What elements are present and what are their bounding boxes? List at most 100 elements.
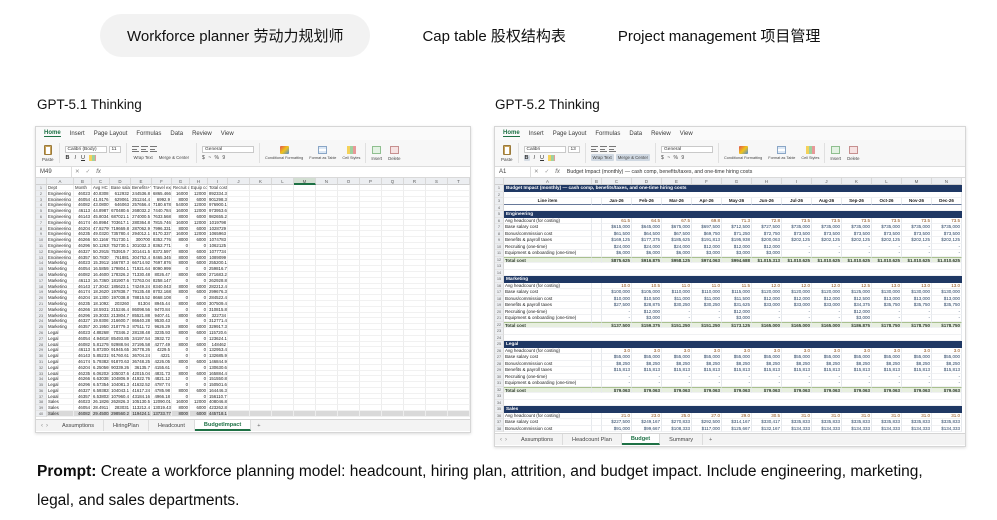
conditional-formatting-button[interactable]: Conditional Formatting <box>724 156 762 160</box>
column-header-K[interactable]: K <box>842 178 872 185</box>
column-header-A[interactable]: A <box>47 178 74 185</box>
cancel-icon[interactable]: ✕ <box>72 169 83 175</box>
cell[interactable] <box>338 411 360 417</box>
delete-cells-icon[interactable] <box>849 146 858 154</box>
number-format-select[interactable]: General <box>202 146 254 153</box>
format-as-table-button[interactable]: Format as Table <box>309 156 336 160</box>
wrap-text-button[interactable]: Wrap Text <box>591 154 614 161</box>
merge-center-button[interactable]: Merge & Center <box>616 154 650 161</box>
tab-workforce-planner[interactable]: Workforce planner 劳动力规划师 <box>100 14 370 57</box>
column-header-G[interactable]: G <box>172 178 190 185</box>
cell-styles-button[interactable]: Cell Styles <box>342 156 360 160</box>
select-all-corner[interactable] <box>36 178 47 185</box>
tab-project-management[interactable]: Project management 项目管理 <box>618 25 821 46</box>
ribbon-tab-formulas[interactable]: Formulas <box>595 131 620 137</box>
column-header-H[interactable]: H <box>190 178 208 185</box>
column-header-G[interactable]: G <box>722 178 752 185</box>
ribbon-tab-data[interactable]: Data <box>629 131 642 137</box>
cell[interactable]: $134,333 <box>842 426 872 433</box>
column-header-H[interactable]: H <box>752 178 782 185</box>
name-box[interactable]: M49 <box>36 167 72 177</box>
next-sheet-icon[interactable]: › <box>46 423 48 429</box>
cell[interactable]: 8000 <box>172 411 190 417</box>
cell[interactable] <box>448 411 470 417</box>
sheet-tab-assumptions[interactable]: Assumptions <box>53 420 104 431</box>
delete-cells-icon[interactable] <box>390 146 399 154</box>
cell[interactable] <box>228 411 250 417</box>
conditional-formatting-icon[interactable] <box>739 146 748 154</box>
ribbon-tab-page-layout[interactable]: Page Layout <box>553 131 587 137</box>
delete-cells-button[interactable]: Delete <box>388 156 400 161</box>
ribbon-tab-page-layout[interactable]: Page Layout <box>94 131 128 137</box>
sheet-tab-budgetimpact[interactable]: BudgetImpact <box>195 420 251 431</box>
column-header-Q[interactable]: Q <box>382 178 404 185</box>
column-header-N[interactable]: N <box>316 178 338 185</box>
sheet-tab-summary[interactable]: Summary <box>660 434 703 445</box>
number-format-select[interactable]: General <box>661 146 713 153</box>
align-top-icon[interactable] <box>591 146 598 152</box>
enter-icon[interactable]: ✓ <box>83 169 94 175</box>
cell[interactable]: $125,667 <box>722 426 752 433</box>
cell[interactable]: 13733.77 <box>152 411 172 417</box>
ribbon-tab-data[interactable]: Data <box>170 131 183 137</box>
ribbon-tab-home[interactable]: Home <box>503 130 520 137</box>
italic-button[interactable]: I <box>533 155 537 161</box>
line-item-label[interactable]: Bonus/commission cost <box>504 426 592 433</box>
cell[interactable]: $134,333 <box>872 426 902 433</box>
align-middle-icon[interactable] <box>600 146 607 152</box>
column-header-T[interactable]: T <box>448 178 470 185</box>
column-header-J[interactable]: J <box>812 178 842 185</box>
column-header-M[interactable]: M <box>294 178 316 185</box>
cell[interactable]: $134,333 <box>782 426 812 433</box>
cell[interactable]: 445718.1 <box>208 411 228 417</box>
next-sheet-icon[interactable]: › <box>505 437 507 443</box>
cell[interactable] <box>592 426 602 433</box>
underline-button[interactable]: U <box>539 155 545 161</box>
cell[interactable]: 6000 <box>190 411 208 417</box>
ribbon-tab-review[interactable]: Review <box>192 131 212 137</box>
column-header-M[interactable]: M <box>902 178 932 185</box>
cell[interactable]: Sales <box>47 411 74 417</box>
cancel-icon[interactable]: ✕ <box>531 169 542 175</box>
cell-styles-icon[interactable] <box>347 146 356 154</box>
fill-color-icon[interactable] <box>548 155 555 161</box>
ribbon-tab-home[interactable]: Home <box>44 130 61 137</box>
column-header-L[interactable]: L <box>272 178 294 185</box>
prev-sheet-icon[interactable]: ‹ <box>41 423 43 429</box>
ribbon-tab-insert[interactable]: Insert <box>70 131 85 137</box>
sheet-tab-hiringplan[interactable]: HiringPlan <box>104 420 149 431</box>
sheet-tab-assumptions[interactable]: Assumptions <box>512 434 563 445</box>
cell[interactable] <box>426 411 448 417</box>
sheet-tab-headcount-plan[interactable]: Headcount Plan <box>563 434 622 445</box>
cell[interactable]: $132,167 <box>752 426 782 433</box>
ribbon-tab-formulas[interactable]: Formulas <box>136 131 161 137</box>
underline-button[interactable]: U <box>80 155 86 161</box>
column-header-E[interactable]: E <box>131 178 152 185</box>
conditional-formatting-icon[interactable] <box>280 146 289 154</box>
italic-button[interactable]: I <box>74 155 78 161</box>
fx-icon[interactable]: fx <box>552 169 563 175</box>
cell[interactable] <box>272 411 294 417</box>
font-name-select[interactable]: Calibri (Body) <box>65 146 107 153</box>
paste-icon[interactable] <box>44 145 52 155</box>
number-format-icons[interactable]: $ ~ % 9 <box>202 155 226 161</box>
column-header-F[interactable]: F <box>692 178 722 185</box>
column-header-E[interactable]: E <box>662 178 692 185</box>
column-header-I[interactable]: I <box>208 178 228 185</box>
row-number[interactable]: 38 <box>495 426 504 433</box>
cell[interactable]: $134,333 <box>932 426 962 433</box>
column-header-J[interactable]: J <box>228 178 250 185</box>
cell[interactable]: $117,000 <box>692 426 722 433</box>
cell-styles-button[interactable]: Cell Styles <box>801 156 819 160</box>
align-top-icon[interactable] <box>132 146 139 152</box>
ribbon-tab-review[interactable]: Review <box>651 131 671 137</box>
select-all-corner[interactable] <box>495 178 504 185</box>
column-header-D[interactable]: D <box>110 178 131 185</box>
ribbon-tab-view[interactable]: View <box>680 131 693 137</box>
ribbon-tab-view[interactable]: View <box>221 131 234 137</box>
prev-sheet-icon[interactable]: ‹ <box>500 437 502 443</box>
align-bottom-icon[interactable] <box>150 146 157 152</box>
cell[interactable]: 29.45002 <box>92 411 110 417</box>
formula-input[interactable]: Budget Impact (monthly) — cash comp, ben… <box>563 169 965 175</box>
tab-cap-table[interactable]: Cap table 股权结构表 <box>422 25 565 46</box>
